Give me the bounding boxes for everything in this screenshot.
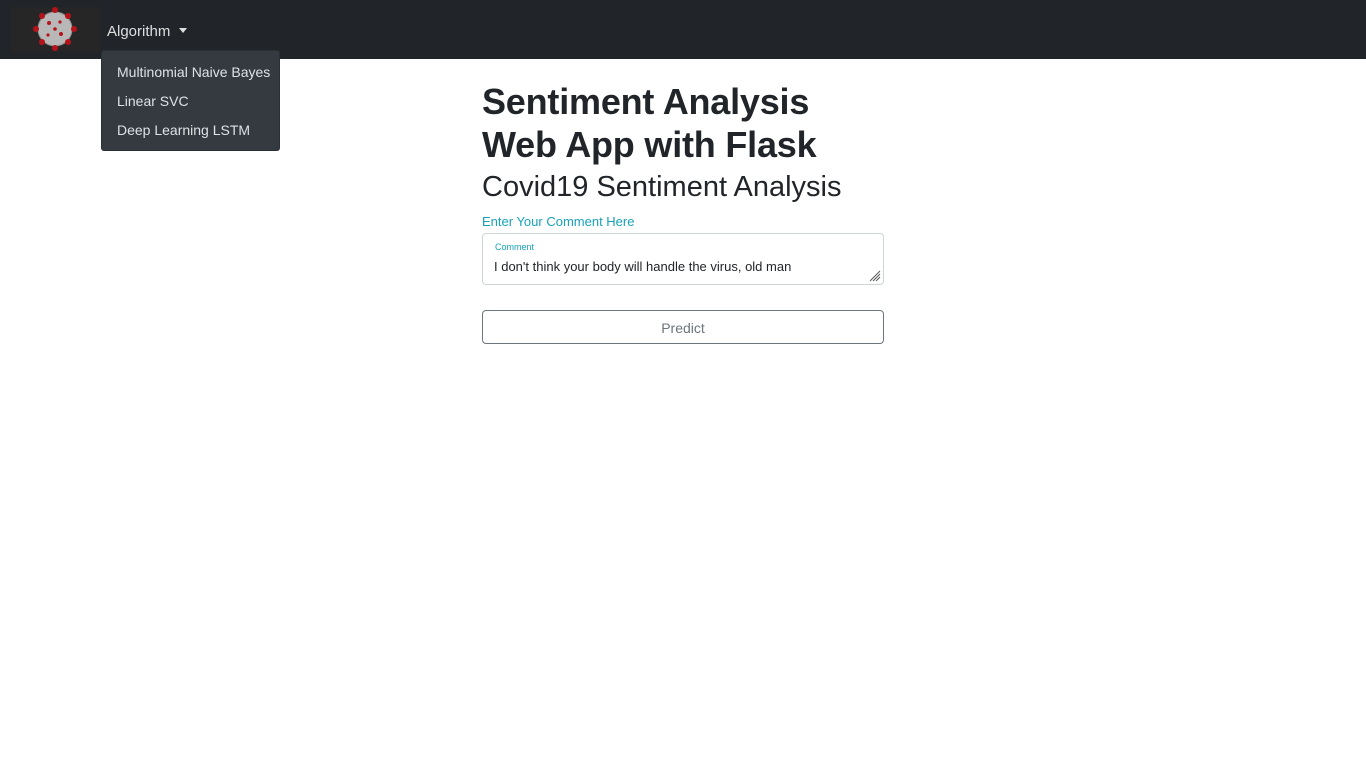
resize-handle-icon[interactable] bbox=[869, 270, 881, 282]
navbar: Algorithm Multinomial Naive Bayes Linear… bbox=[0, 0, 1366, 151]
coronavirus-logo[interactable] bbox=[11, 7, 100, 52]
comment-floating-label: Comment bbox=[495, 242, 535, 252]
predict-button[interactable]: Predict bbox=[482, 310, 884, 344]
page-title-line-2: Web App with Flask bbox=[482, 124, 817, 165]
algorithm-dropdown-label: Algorithm bbox=[107, 22, 171, 40]
page-title-line-1: Sentiment Analysis bbox=[482, 81, 810, 122]
dropdown-item-deep-learning-lstm[interactable]: Deep Learning LSTM bbox=[102, 116, 279, 145]
comment-textarea[interactable]: I don't think your body will handle the … bbox=[494, 259, 864, 279]
coronavirus-icon bbox=[11, 7, 100, 52]
page-subtitle: Covid19 Sentiment Analysis bbox=[482, 171, 842, 203]
dropdown-item-multinomial-naive-bayes[interactable]: Multinomial Naive Bayes bbox=[102, 58, 279, 87]
comment-field-label: Enter Your Comment Here bbox=[482, 214, 635, 229]
dropdown-item-linear-svc[interactable]: Linear SVC bbox=[102, 87, 279, 116]
algorithm-dropdown-toggle[interactable]: Algorithm bbox=[107, 20, 188, 42]
main-content: Sentiment Analysis Web App with Flask Co… bbox=[482, 80, 884, 344]
comment-field[interactable]: Comment I don't think your body will han… bbox=[482, 233, 884, 285]
algorithm-dropdown-menu: Multinomial Naive Bayes Linear SVC Deep … bbox=[101, 50, 280, 151]
page-title: Sentiment Analysis Web App with Flask bbox=[482, 80, 884, 166]
caret-down-icon bbox=[179, 27, 188, 33]
